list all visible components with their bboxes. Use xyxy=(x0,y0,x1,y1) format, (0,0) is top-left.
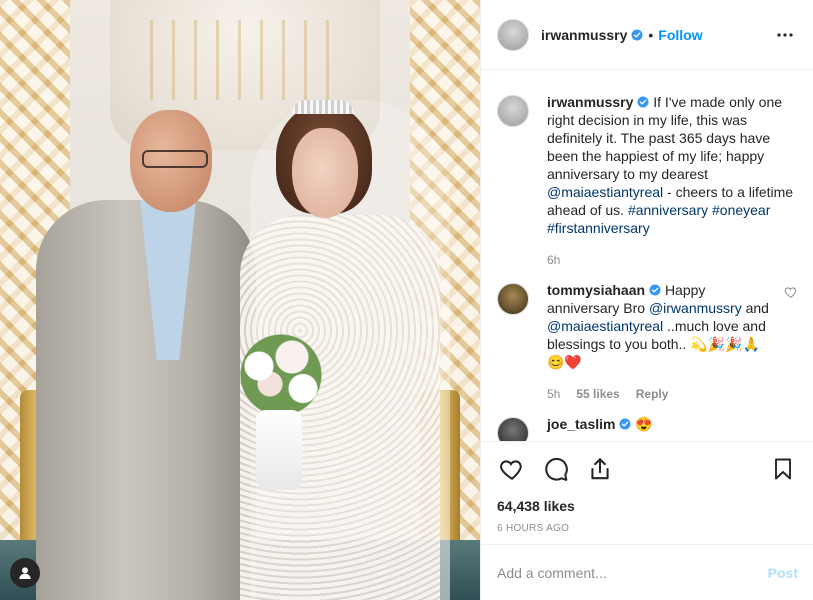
comment-like-heart-icon[interactable] xyxy=(784,285,798,299)
hashtag[interactable]: #anniversary xyxy=(628,202,708,218)
hashtag[interactable]: #firstanniversary xyxy=(547,220,650,236)
commenter-username[interactable]: tommysiahaan xyxy=(547,282,645,298)
post-actions: 64,438 likes 6 HOURS AGO xyxy=(481,441,813,534)
comment-emojis: 😍 xyxy=(635,416,653,432)
caption-username[interactable]: irwanmussry xyxy=(547,94,633,110)
caption-time[interactable]: 6h xyxy=(547,251,560,269)
post-timestamp[interactable]: 6 HOURS AGO xyxy=(497,523,798,534)
follow-button[interactable]: Follow xyxy=(658,27,702,43)
comment-icon[interactable] xyxy=(541,454,571,484)
bouquet xyxy=(226,330,336,420)
post-details-panel: irwanmussry • Follow irwanmussry If I've… xyxy=(480,0,813,600)
comment: joe_taslim 😍 xyxy=(497,415,798,441)
decor-arch-detail xyxy=(150,20,340,100)
groom-suit xyxy=(36,200,256,600)
ellipsis-icon[interactable] xyxy=(773,23,797,47)
commenter-avatar[interactable] xyxy=(497,417,529,441)
verified-badge-icon xyxy=(631,29,643,40)
add-comment-bar: Post xyxy=(481,544,813,600)
caption: irwanmussry If I've made only one right … xyxy=(497,93,798,269)
post-button[interactable]: Post xyxy=(768,565,798,581)
comments-list[interactable]: irwanmussry If I've made only one right … xyxy=(481,71,813,441)
likes-count[interactable]: 64,438 likes xyxy=(497,498,798,514)
hashtag[interactable]: #oneyear xyxy=(712,202,770,218)
comment-text: and xyxy=(745,300,769,316)
reply-button[interactable]: Reply xyxy=(636,385,669,403)
heart-icon[interactable] xyxy=(497,454,527,484)
header-separator: • xyxy=(648,26,654,43)
verified-badge-icon xyxy=(637,96,649,108)
groom-glasses xyxy=(142,150,208,168)
comment: tommysiahaan Happy anniversary Bro @irwa… xyxy=(497,281,798,403)
comment-time[interactable]: 5h xyxy=(547,385,560,403)
bride-face xyxy=(292,128,358,218)
bride-tiara xyxy=(292,100,354,114)
comment-mention[interactable]: @irwanmussry xyxy=(649,300,742,316)
caption-mention[interactable]: @maiaestiantyreal xyxy=(547,184,663,200)
post-header: irwanmussry • Follow xyxy=(481,0,813,70)
verified-badge-icon xyxy=(619,418,631,430)
comment-mention[interactable]: @maiaestiantyreal xyxy=(547,318,663,334)
commenter-avatar[interactable] xyxy=(497,283,529,315)
commenter-username[interactable]: joe_taslim xyxy=(547,416,615,432)
post-photo[interactable] xyxy=(0,0,480,600)
author-username[interactable]: irwanmussry xyxy=(541,27,627,43)
instagram-post: irwanmussry • Follow irwanmussry If I've… xyxy=(0,0,813,600)
bookmark-icon[interactable] xyxy=(768,454,798,484)
share-icon[interactable] xyxy=(585,454,615,484)
tagged-users-icon[interactable] xyxy=(10,558,40,588)
person-icon xyxy=(19,567,31,579)
caption-avatar[interactable] xyxy=(497,95,529,127)
comment-likes[interactable]: 55 likes xyxy=(576,385,619,403)
comment-input[interactable] xyxy=(497,564,768,581)
bouquet-ribbon xyxy=(256,410,302,490)
author-avatar[interactable] xyxy=(497,18,529,51)
verified-badge-icon xyxy=(649,284,661,296)
